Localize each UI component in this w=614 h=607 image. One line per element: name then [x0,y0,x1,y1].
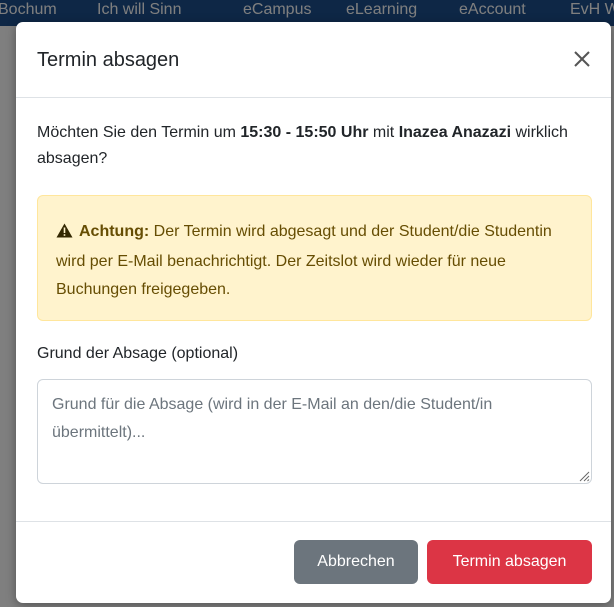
student-name: Inazea Anazazi [398,124,512,141]
modal-title: Termin absagen [37,49,180,71]
question-with: mit [372,124,395,141]
confirm-cancel-appointment-button[interactable]: Termin absagen [427,540,592,584]
time-dash: - [285,124,292,141]
question-prefix: Möchten Sie den Termin um [37,124,236,141]
close-icon [574,51,590,67]
time-start: 15:30 [240,124,282,141]
modal-header: Termin absagen [16,22,611,98]
cancel-appointment-dialog: Termin absagen Möchten Sie den Termin um… [16,22,611,603]
warning-alert: Achtung: Der Termin wird abgesagt und de… [37,195,592,321]
confirmation-question: Möchten Sie den Termin um 15:30 - 15:50 … [37,120,592,172]
reason-textarea[interactable] [37,379,592,484]
resize-handle-icon[interactable] [578,470,590,482]
alert-heading: Achtung: [79,223,150,240]
reason-label: Grund der Absage (optional) [37,345,239,362]
close-button[interactable] [565,42,599,76]
cancel-button[interactable]: Abbrechen [294,540,418,584]
warning-triangle-icon [56,220,73,248]
time-end: 15:50 Uhr [295,124,369,141]
